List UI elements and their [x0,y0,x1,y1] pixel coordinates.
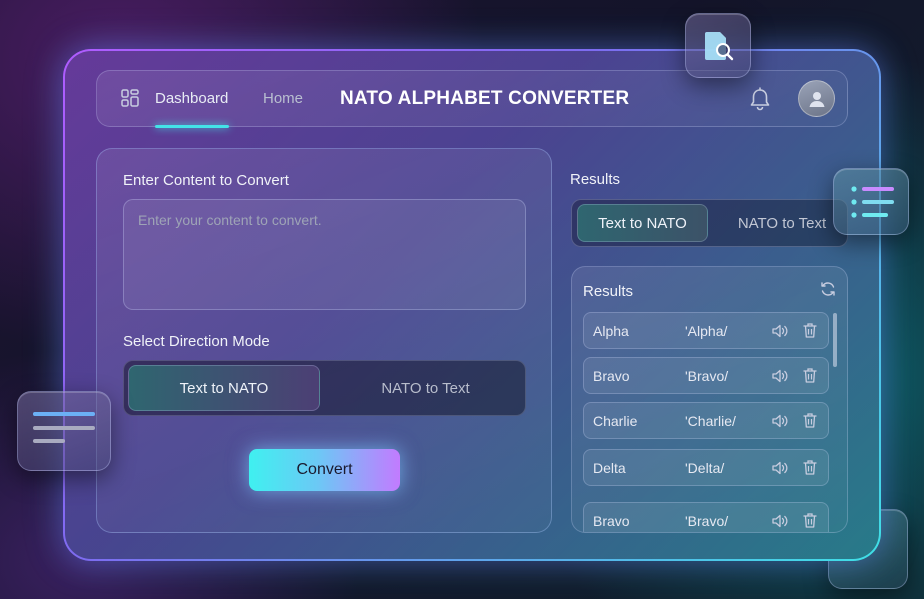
trash-icon[interactable] [802,512,818,529]
speaker-icon[interactable] [771,460,789,476]
result-word: Delta [593,460,626,476]
result-word: Bravo [593,513,630,529]
list-card [833,168,909,235]
list-icon [851,186,894,218]
result-row[interactable]: Alpha 'Alpha/ [583,312,829,349]
results-list-title: Results [583,283,634,300]
grid-icon[interactable] [121,89,139,107]
nav-dashboard[interactable]: Dashboard [155,90,228,107]
trash-icon[interactable] [802,412,818,429]
top-bar: Dashboard Home NATO ALPHABET CONVERTER [96,70,848,128]
result-row[interactable]: Bravo 'Bravo/ [583,502,829,532]
speaker-icon[interactable] [771,368,789,384]
direction-label: Select Direction Mode [123,333,270,350]
mode-text-to-nato[interactable]: Text to NATO [128,365,320,411]
trash-icon[interactable] [802,367,818,384]
results-tab-text-to-nato[interactable]: Text to NATO [577,204,708,242]
active-tab-indicator [155,125,229,128]
content-input[interactable] [123,199,526,310]
result-row[interactable]: Bravo 'Bravo/ [583,357,829,394]
result-phonetic: 'Alpha/ [685,323,728,339]
result-phonetic: 'Bravo/ [685,368,729,384]
scrollbar[interactable] [833,313,837,367]
result-phonetic: 'Delta/ [685,460,725,476]
results-heading: Results [570,171,621,188]
trash-icon[interactable] [802,322,818,339]
avatar[interactable] [798,80,835,117]
bell-icon[interactable] [749,87,771,111]
result-word: Alpha [593,323,629,339]
trash-icon[interactable] [802,459,818,476]
direction-mode-toggle: Text to NATO NATO to Text [123,360,526,416]
result-word: Bravo [593,368,630,384]
refresh-icon[interactable] [820,281,836,297]
result-row[interactable]: Charlie 'Charlie/ [583,402,829,439]
user-icon [809,91,824,107]
result-row[interactable]: Delta 'Delta/ [583,449,829,486]
input-panel: Enter Content to Convert Select Directio… [96,148,552,533]
nav-home[interactable]: Home [263,90,303,107]
document-search-card [685,13,751,78]
text-lines-icon [33,412,95,443]
document-search-icon [705,31,734,60]
result-phonetic: 'Charlie/ [685,413,736,429]
results-tab-nato-to-text[interactable]: NATO to Text [722,204,842,242]
mode-nato-to-text[interactable]: NATO to Text [328,365,523,411]
result-phonetic: 'Bravo/ [685,513,729,529]
speaker-icon[interactable] [771,413,789,429]
speaker-icon[interactable] [771,513,789,529]
content-label: Enter Content to Convert [123,172,289,189]
speaker-icon[interactable] [771,323,789,339]
text-lines-card [17,391,111,471]
result-word: Charlie [593,413,638,429]
results-list-panel: Results Alpha 'Alpha/Bravo 'Bravo/Charlie '… [571,266,848,533]
page-title: NATO ALPHABET CONVERTER [340,88,630,109]
results-mode-toggle: Text to NATO NATO to Text [571,199,848,247]
convert-button[interactable]: Convert [249,449,400,491]
